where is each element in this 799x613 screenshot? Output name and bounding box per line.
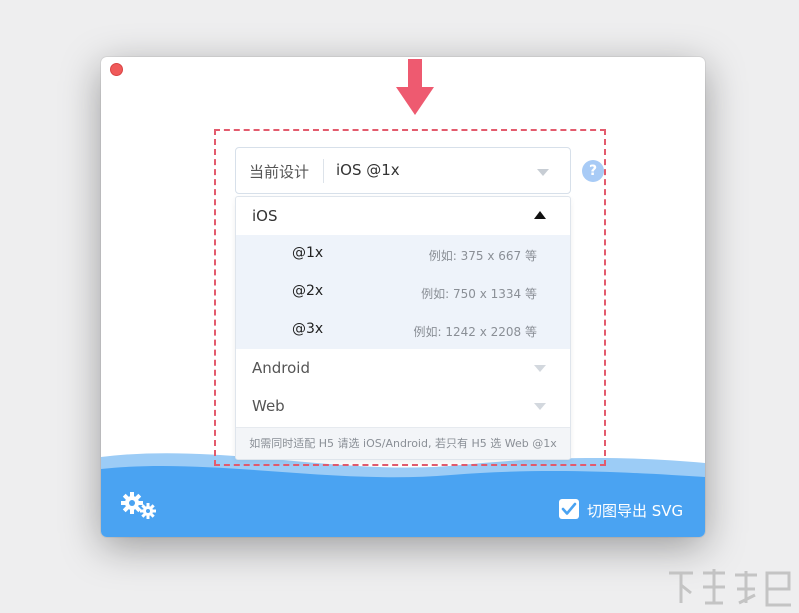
group-ios[interactable]: iOS	[236, 197, 570, 235]
ios-options: @1x 例如: 375 x 667 等 @2x 例如: 750 x 1334 等…	[236, 235, 570, 349]
collapse-triangle-icon[interactable]	[534, 211, 546, 219]
help-icon[interactable]: ?	[582, 160, 604, 182]
check-icon	[561, 502, 577, 515]
watermark-logo	[669, 569, 791, 607]
current-design-select[interactable]: 当前设计 iOS @1x	[235, 147, 571, 194]
dropdown-note: 如需同时适配 H5 请选 iOS/Android, 若只有 H5 选 Web @…	[236, 427, 570, 459]
group-web[interactable]: Web	[236, 387, 570, 425]
expand-triangle-icon[interactable]	[534, 365, 546, 372]
current-design-label: 当前设计	[249, 163, 310, 181]
option-ios-1x[interactable]: @1x 例如: 375 x 667 等	[236, 235, 570, 273]
option-example: 例如: 750 x 1334 等	[421, 287, 537, 301]
option-label: @1x	[292, 245, 324, 261]
group-android[interactable]: Android	[236, 349, 570, 387]
svg-export-checkbox[interactable]	[559, 499, 579, 519]
option-label: @3x	[292, 321, 324, 337]
option-example: 例如: 1242 x 2208 等	[413, 325, 537, 339]
app-window: 当前设计 iOS @1x ? iOS @1x 例如: 375 x 667 等 @…	[101, 57, 705, 537]
group-title: Web	[252, 397, 285, 415]
svg-export-label: 切图导出 SVG	[587, 502, 684, 520]
option-ios-3x[interactable]: @3x 例如: 1242 x 2208 等	[236, 311, 570, 349]
current-design-value: iOS @1x	[336, 161, 400, 179]
chevron-down-icon[interactable]	[537, 169, 549, 176]
gear-icon[interactable]	[121, 492, 159, 520]
expand-triangle-icon[interactable]	[534, 403, 546, 410]
option-label: @2x	[292, 283, 324, 299]
option-ios-2x[interactable]: @2x 例如: 750 x 1334 等	[236, 273, 570, 311]
arrow-down-icon	[396, 59, 434, 115]
design-dropdown: iOS @1x 例如: 375 x 667 等 @2x 例如: 750 x 13…	[235, 196, 571, 460]
group-title: iOS	[252, 207, 278, 225]
group-title: Android	[252, 359, 310, 377]
option-example: 例如: 375 x 667 等	[428, 249, 537, 263]
select-divider	[323, 159, 324, 183]
close-icon[interactable]	[110, 63, 123, 76]
